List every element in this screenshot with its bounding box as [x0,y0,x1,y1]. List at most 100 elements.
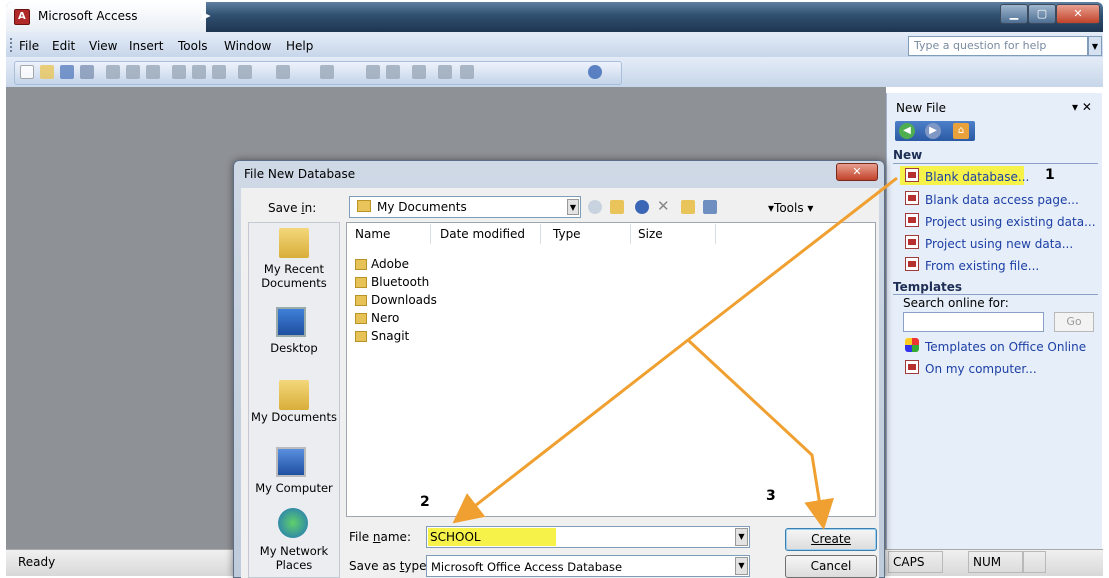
menu-help[interactable]: Help [286,39,313,53]
templates-section-rule [893,294,1098,295]
office-online-icon [905,338,919,352]
copy-icon[interactable] [192,65,206,79]
menu-tools[interactable]: Tools [178,39,208,53]
search-online-label: Search online for: [903,296,1009,310]
office-links-icon[interactable] [276,65,290,79]
existing-file-icon [905,257,919,271]
from-existing-file-link[interactable]: From existing file... [925,259,1039,273]
access-window: A Microsoft Access ➤ ▁ ▢ ✕ File Edit Vie… [0,0,1109,578]
database-icon [905,168,919,182]
column-separator[interactable] [630,224,631,244]
dialog-title: File New Database [244,167,356,181]
dialog-close-button[interactable]: ✕ [836,163,878,181]
column-type[interactable]: Type [553,227,581,241]
print-preview-icon[interactable] [126,65,140,79]
cut-icon[interactable] [172,65,186,79]
menu-file[interactable]: File [19,39,39,53]
blank-database-link[interactable]: Blank database... [925,170,1029,184]
on-my-computer-link[interactable]: On my computer... [925,362,1037,376]
project-new-data-link[interactable]: Project using new data... [925,237,1073,251]
code-icon[interactable] [366,65,380,79]
close-button[interactable]: ✕ [1056,4,1100,24]
maximize-button[interactable]: ▢ [1028,4,1056,24]
open-icon[interactable] [40,65,54,79]
blank-data-access-page-link[interactable]: Blank data access page... [925,193,1079,207]
properties-icon[interactable] [412,65,426,79]
folder-icon [355,277,367,288]
undo-icon[interactable] [238,65,252,79]
list-item[interactable]: Bluetooth [371,275,429,289]
save-icon[interactable] [60,65,74,79]
print-icon[interactable] [106,65,120,79]
delete-icon[interactable]: ✕ [657,199,671,214]
search-online-input[interactable] [903,312,1044,332]
column-name[interactable]: Name [355,227,390,241]
list-item[interactable]: Adobe [371,257,409,271]
menu-insert[interactable]: Insert [129,39,163,53]
go-button[interactable]: Go [1054,312,1094,332]
menu-window[interactable]: Window [224,39,271,53]
script-icon[interactable] [386,65,400,79]
up-folder-icon[interactable] [610,200,624,214]
file-name-dropdown-arrow-icon[interactable]: ▼ [735,528,748,546]
task-pane-title: New File [896,101,947,115]
desktop-icon[interactable] [276,307,306,337]
recent-documents-icon[interactable] [279,228,309,258]
new-object-icon[interactable] [460,65,474,79]
save-as-type-dropdown-arrow-icon[interactable]: ▼ [735,557,748,575]
list-item[interactable]: Downloads [371,293,437,307]
file-search-icon[interactable] [80,65,94,79]
create-button[interactable]: Create [785,528,877,551]
views-icon[interactable] [703,200,717,214]
place-my-recent-documents[interactable]: My Recent Documents [248,262,340,290]
file-list[interactable] [346,222,876,517]
menu-edit[interactable]: Edit [52,39,75,53]
file-name-value[interactable]: SCHOOL [430,530,481,544]
task-pane-close-icon[interactable]: ▾ ✕ [1072,100,1092,114]
relationships-icon[interactable] [438,65,452,79]
folder-icon [355,313,367,324]
create-folder-icon[interactable] [681,200,695,214]
my-documents-icon[interactable] [279,380,309,410]
list-item[interactable]: Nero [371,311,399,325]
forward-icon[interactable]: ▶ [925,123,941,139]
project-existing-data-link[interactable]: Project using existing data... [925,215,1096,229]
back-icon[interactable]: ◀ [899,123,915,139]
help-search-input[interactable]: Type a question for help [908,36,1088,56]
project-existing-icon [905,213,919,227]
paste-icon[interactable] [212,65,226,79]
help-icon[interactable] [588,65,602,79]
column-separator[interactable] [430,224,431,244]
new-icon[interactable] [20,65,34,79]
column-separator[interactable] [540,224,541,244]
place-my-documents[interactable]: My Documents [248,410,340,424]
list-item[interactable]: Snagit [371,329,409,343]
column-date-modified[interactable]: Date modified [440,227,525,241]
cancel-button[interactable]: Cancel [785,555,877,578]
tools-label-text: Tools [774,201,804,215]
column-size[interactable]: Size [638,227,663,241]
on-my-computer-icon [905,360,919,374]
search-web-icon[interactable] [635,200,649,214]
save-in-dropdown-arrow-icon[interactable]: ▼ [567,199,579,215]
save-as-type-label: Save as type: [349,559,431,573]
place-my-network-places[interactable]: My Network Places [248,544,340,572]
templates-online-link[interactable]: Templates on Office Online [925,340,1086,354]
my-computer-icon[interactable] [276,447,306,477]
column-separator[interactable] [715,224,716,244]
place-my-computer[interactable]: My Computer [248,481,340,495]
num-indicator: NUM [968,551,1023,573]
minimize-button[interactable]: ▁ [1000,4,1028,24]
menu-view[interactable]: View [89,39,117,53]
spelling-icon[interactable] [146,65,160,79]
help-dropdown-arrow-icon[interactable]: ▼ [1088,36,1102,56]
place-desktop[interactable]: Desktop [248,341,340,355]
back-icon[interactable] [588,200,602,214]
save-in-label: Save in: [268,201,317,215]
network-globe-icon[interactable] [278,508,308,538]
window-title: Microsoft Access [38,9,138,23]
analyze-icon[interactable] [320,65,334,79]
save-as-type-value: Microsoft Office Access Database [431,560,623,574]
home-icon[interactable]: ⌂ [953,123,969,139]
tools-menu[interactable]: ▾Tools ▾ [768,201,813,215]
